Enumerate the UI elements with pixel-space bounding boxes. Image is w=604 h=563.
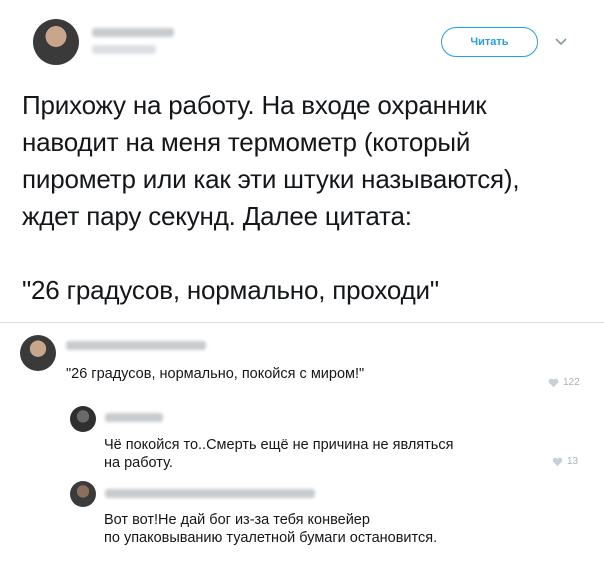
comment-text: Вот вот!Не дай бог из-за тебя конвейер п… — [104, 512, 438, 546]
commenter-name-blurred[interactable] — [66, 341, 206, 350]
author-name-blurred[interactable] — [92, 28, 174, 37]
tweet-line: Прихожу на работу. На входе охранник — [22, 90, 487, 120]
commenter-avatar[interactable] — [70, 481, 96, 507]
follow-button[interactable]: Читать — [441, 27, 538, 57]
author-avatar[interactable] — [33, 19, 79, 65]
tweet-line: пирометр или как эти штуки называются), — [22, 164, 520, 194]
heart-icon — [548, 378, 559, 387]
like-count[interactable]: 13 — [552, 456, 578, 467]
comment-text: "26 градусов, нормально, покойся с миром… — [66, 366, 365, 382]
tweet-line: наводит на меня термометр (который — [22, 127, 471, 157]
like-count[interactable]: 122 — [548, 377, 580, 388]
comment-text: Чё покойся то..Смерть ещё не причина не … — [104, 437, 454, 471]
tweet-text: Прихожу на работу. На входе охранник нав… — [22, 87, 600, 309]
commenter-name-blurred[interactable] — [105, 489, 315, 498]
heart-icon — [552, 457, 563, 466]
tweet-line — [22, 235, 600, 272]
author-handle-blurred — [92, 45, 156, 54]
commenter-name-blurred[interactable] — [105, 413, 163, 422]
tweet-line: "26 градусов, нормально, проходи" — [22, 275, 439, 305]
chevron-down-icon[interactable] — [553, 33, 569, 49]
commenter-avatar[interactable] — [20, 335, 56, 371]
tweet-line: ждет пару секунд. Далее цитата: — [22, 201, 412, 231]
commenter-avatar[interactable] — [70, 406, 96, 432]
divider — [0, 322, 604, 323]
